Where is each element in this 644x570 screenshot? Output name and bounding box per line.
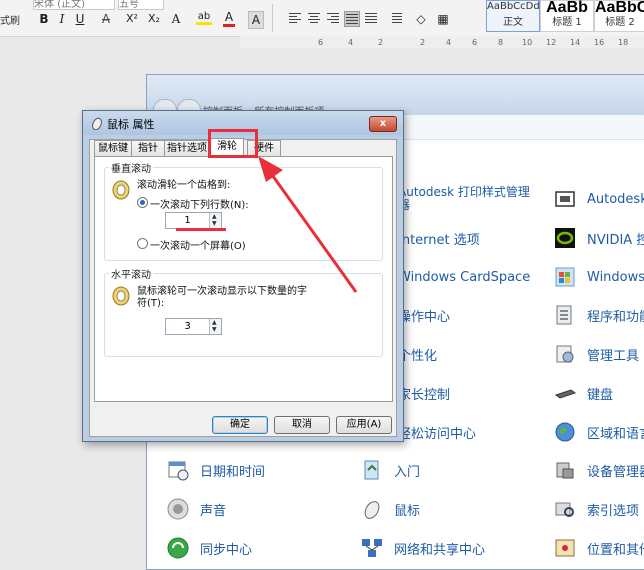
annotation-arrow (258, 156, 358, 293)
